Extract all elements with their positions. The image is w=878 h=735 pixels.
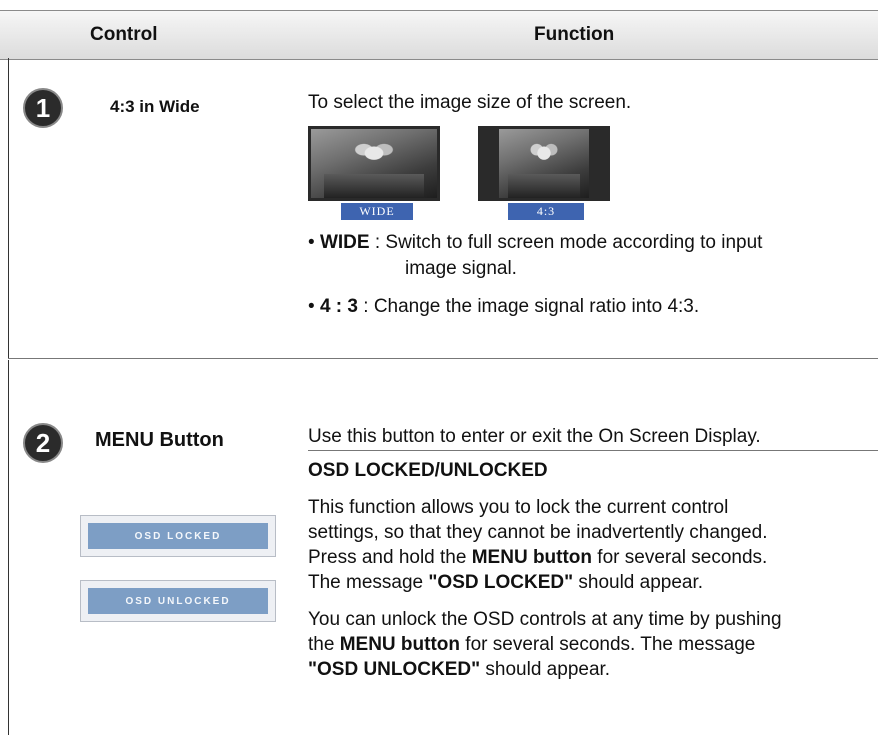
paragraph-lock-line-2: settings, so that they cannot be inadver…: [308, 522, 768, 543]
bullet-wide-text-2: image signal.: [405, 258, 517, 279]
bullet-4-3-sep: :: [357, 296, 374, 317]
osd-lock-subheading: OSD LOCKED/UNLOCKED: [308, 460, 548, 481]
bullet-wide-text-1: Switch to full screen mode according to …: [385, 232, 763, 253]
paragraph-unlock-line-2: the MENU button for several seconds. The…: [308, 634, 756, 655]
osd-locked-panel: OSD LOCKED: [80, 515, 276, 557]
step-number-1: 1: [23, 88, 63, 128]
osd-locked-term: "OSD LOCKED": [428, 572, 574, 593]
control-name-menu-button: MENU Button: [95, 429, 224, 451]
left-border-top: [8, 58, 9, 358]
left-border-bottom: [8, 360, 9, 735]
control-name-4-3-in-wide: 4:3 in Wide: [110, 97, 200, 116]
table-header: Control Function: [0, 10, 878, 60]
paragraph-unlock-line-3: "OSD UNLOCKED" should appear.: [308, 659, 611, 680]
menu-button-term-2: MENU button: [339, 634, 461, 655]
paragraph-lock-line-1: This function allows you to lock the cur…: [308, 497, 729, 518]
menu-button-term: MENU button: [471, 547, 593, 568]
bullet-4-3-text: Change the image signal ratio into 4:3.: [373, 296, 700, 317]
intro-underline: [308, 450, 878, 451]
paragraph-unlock-line-1: You can unlock the OSD controls at any t…: [308, 609, 782, 630]
step-number-2: 2: [23, 423, 63, 463]
bullet-4-3: • 4 : 3 : Change the image signal ratio …: [308, 296, 700, 317]
paragraph-lock-line-3: Press and hold the MENU button for sever…: [308, 547, 768, 568]
osd-unlocked-panel: OSD UNLOCKED: [80, 580, 276, 622]
section-2-intro: Use this button to enter or exit the On …: [308, 426, 761, 447]
bullet-4-3-term: 4 : 3: [319, 296, 358, 317]
bullet-wide-sep: :: [369, 232, 386, 253]
bullet-wide-term: WIDE: [319, 232, 370, 253]
4-3-tag: 4:3: [508, 203, 584, 220]
osd-locked-label: OSD LOCKED: [88, 523, 268, 549]
paragraph-lock: This function allows you to lock the cur…: [308, 495, 767, 595]
column-header-function: Function: [534, 24, 615, 45]
4-3-preview-image: [478, 126, 610, 201]
column-header-control: Control: [90, 24, 158, 45]
section-1-intro: To select the image size of the screen.: [308, 92, 632, 113]
wide-tag: WIDE: [341, 203, 413, 220]
section-divider: [8, 358, 878, 359]
bullet-wide: • WIDE : Switch to full screen mode acco…: [308, 232, 763, 253]
paragraph-lock-line-4: The message "OSD LOCKED" should appear.: [308, 572, 704, 593]
osd-unlocked-term: "OSD UNLOCKED": [308, 659, 481, 680]
wide-preview-image: [308, 126, 440, 201]
osd-unlocked-label: OSD UNLOCKED: [88, 588, 268, 614]
paragraph-unlock: You can unlock the OSD controls at any t…: [308, 607, 782, 682]
